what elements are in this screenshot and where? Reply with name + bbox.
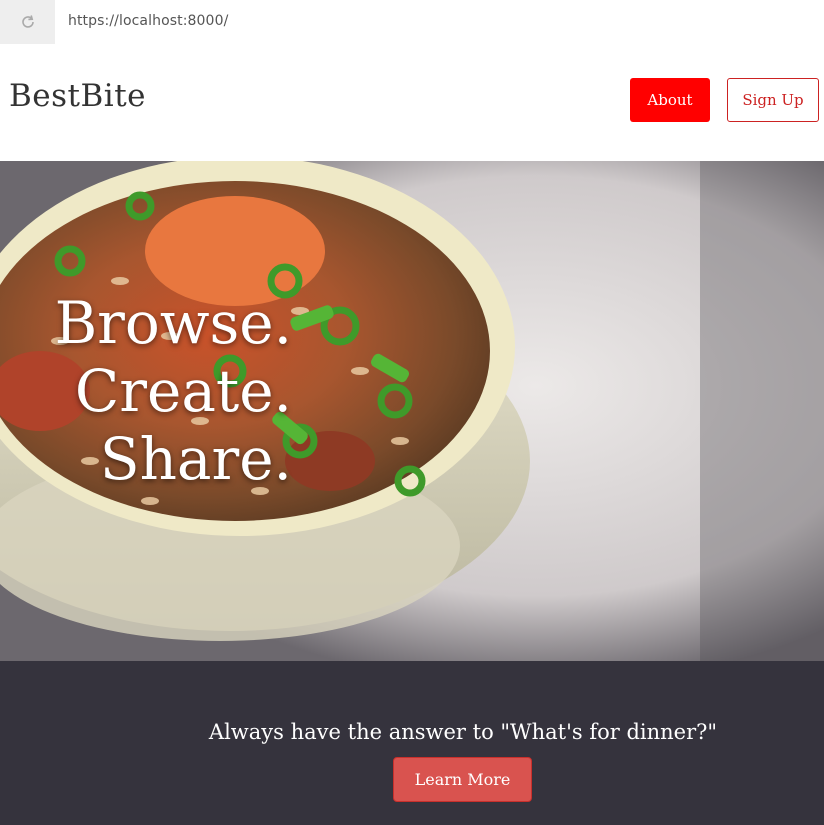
learn-more-button[interactable]: Learn More bbox=[393, 757, 532, 802]
reload-icon bbox=[21, 15, 34, 28]
cta-section: Always have the answer to "What's for di… bbox=[0, 661, 824, 825]
hero-line-browse: Browse. bbox=[54, 289, 292, 357]
hero-line-share: Share. bbox=[99, 425, 292, 493]
sign-up-button[interactable]: Sign Up bbox=[727, 78, 819, 122]
about-button[interactable]: About bbox=[630, 78, 710, 122]
hero-section: Browse. Create. Share. bbox=[0, 161, 824, 661]
url-field[interactable]: https://localhost:8000/ bbox=[68, 13, 228, 29]
hero-line-create: Create. bbox=[74, 357, 292, 425]
cta-tagline: Always have the answer to "What's for di… bbox=[208, 720, 718, 744]
site-logo[interactable]: BestBite bbox=[9, 78, 146, 114]
site-header: BestBite About Sign Up bbox=[0, 44, 824, 161]
reload-button[interactable] bbox=[0, 0, 55, 44]
hero-headline: Browse. Create. Share. bbox=[0, 289, 292, 493]
browser-address-bar: https://localhost:8000/ bbox=[0, 0, 824, 44]
